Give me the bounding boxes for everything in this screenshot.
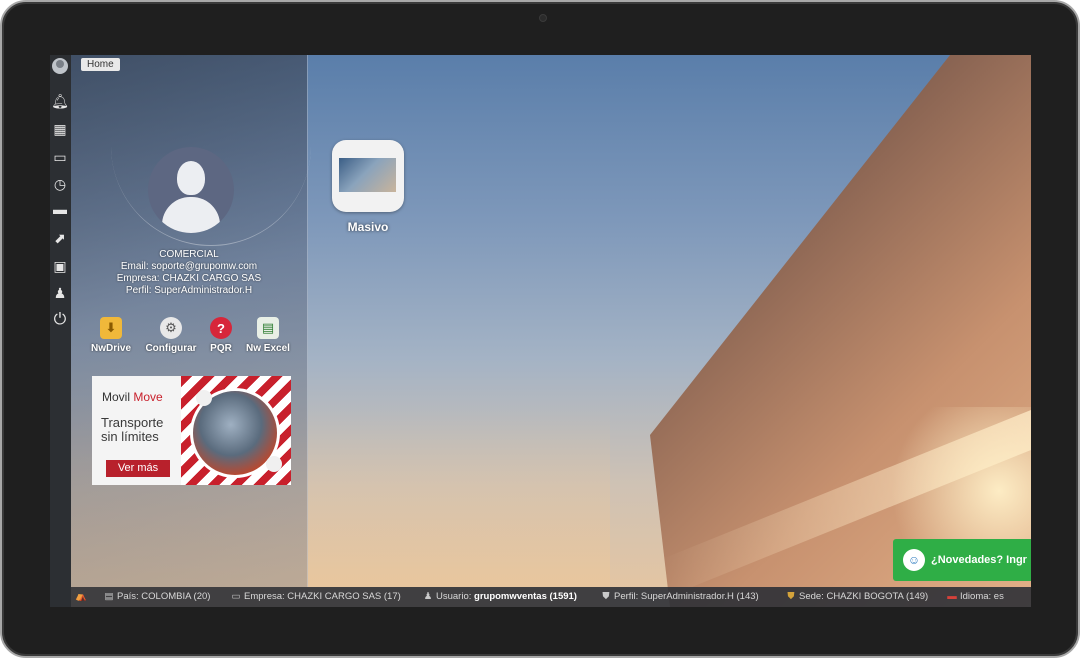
- gear-icon: ⚙: [160, 317, 182, 339]
- desktop-app-masivo[interactable]: Masivo: [331, 140, 405, 234]
- ad-dot: [266, 456, 282, 472]
- drive-icon: ⬇: [100, 317, 122, 339]
- clock-icon[interactable]: ◷: [51, 175, 69, 193]
- quick-label: NwDrive: [90, 343, 131, 354]
- device-frame: 🔔︎ ▦ ▭ ◷ ▬ ⬈ ▣ ♟ ⏻ Home COMERCIAL Email:…: [0, 0, 1080, 658]
- app-photo: [339, 158, 396, 192]
- tab-home[interactable]: Home: [81, 58, 120, 71]
- user-avatar-icon[interactable]: [52, 58, 68, 74]
- quick-nwdrive[interactable]: ⬇ NwDrive: [81, 317, 141, 354]
- ad-banner[interactable]: Movil Move Transporte sin límites Ver má…: [92, 376, 291, 485]
- status-bar: ⛺ ▤ País: COLOMBIA (20) ▭ Empresa: CHAZKI …: [71, 587, 1031, 607]
- ad-title-line: sin límites: [101, 429, 159, 444]
- ad-title-line: Transporte: [101, 415, 164, 430]
- card-icon: ▭: [231, 591, 241, 602]
- ad-brand: Movil Move: [102, 390, 163, 404]
- camera: [539, 14, 547, 22]
- profile-email: Email: soporte@grupomw.com: [120, 261, 258, 272]
- document-icon: ▤: [104, 591, 114, 602]
- minus-icon[interactable]: ▬: [51, 200, 69, 218]
- status-sede: ⛊ Sede: CHAZKI BOGOTA (149): [786, 587, 928, 607]
- profile-company: Empresa: CHAZKI CARGO SAS: [116, 273, 262, 284]
- profile-head-shape: [177, 161, 205, 195]
- users-icon: ♟: [423, 591, 433, 602]
- profile-panel: Home COMERCIAL Email: soporte@grupomw.co…: [71, 55, 311, 587]
- status-pais: ▤ País: COLOMBIA (20): [104, 587, 211, 607]
- status-empresa: ▭ Empresa: CHAZKI CARGO SAS (17): [231, 587, 401, 607]
- spreadsheet-icon[interactable]: ▣: [51, 257, 69, 275]
- status-perfil: ⛊ Perfil: SuperAdministrador.H (143): [601, 587, 758, 607]
- profile-role: COMERCIAL: [159, 249, 219, 260]
- usb-icon[interactable]: ⬈: [51, 229, 69, 247]
- app-tile: [332, 140, 404, 212]
- news-label: ¿Novedades? Ingr: [931, 554, 1027, 566]
- power-icon[interactable]: ⏻: [51, 311, 69, 329]
- side-toolbar: 🔔︎ ▦ ▭ ◷ ▬ ⬈ ▣ ♟ ⏻: [50, 55, 71, 607]
- user-icon[interactable]: ♟: [51, 284, 69, 302]
- wallpaper-light: [871, 407, 1031, 547]
- profile-body-shape: [162, 197, 220, 233]
- screen: 🔔︎ ▦ ▭ ◷ ▬ ⬈ ▣ ♟ ⏻ Home COMERCIAL Email:…: [50, 55, 1031, 607]
- status-idioma[interactable]: ▬ Idioma: es: [947, 587, 1004, 607]
- monitor-icon[interactable]: ▭: [51, 148, 69, 166]
- news-button[interactable]: ☺ ¿Novedades? Ingr: [893, 539, 1031, 581]
- quick-nwexcel[interactable]: ▤ Nw Excel: [238, 317, 298, 354]
- ad-title: Transporte sin límites: [101, 416, 163, 444]
- linux-icon[interactable]: ⛺: [75, 587, 88, 607]
- ad-dot: [196, 390, 212, 406]
- support-agent-icon: ☺: [903, 549, 925, 571]
- help-icon: ?: [210, 317, 232, 339]
- excel-icon: ▤: [257, 317, 279, 339]
- calculator-icon[interactable]: ▦: [51, 120, 69, 138]
- profile-photo[interactable]: [148, 147, 234, 233]
- bell-icon[interactable]: 🔔︎: [51, 92, 69, 110]
- trophy-icon: ⛊: [787, 591, 795, 602]
- ad-cta-button[interactable]: Ver más: [106, 460, 170, 477]
- profile-perfil: Perfil: SuperAdministrador.H: [125, 285, 253, 296]
- quick-label: Nw Excel: [246, 343, 290, 354]
- status-usuario: ♟ Usuario: grupomwventas (1591): [423, 587, 577, 607]
- spain-flag-icon: ▬: [947, 591, 957, 602]
- app-label: Masivo: [347, 220, 389, 234]
- shield-icon: ⛊: [602, 591, 610, 602]
